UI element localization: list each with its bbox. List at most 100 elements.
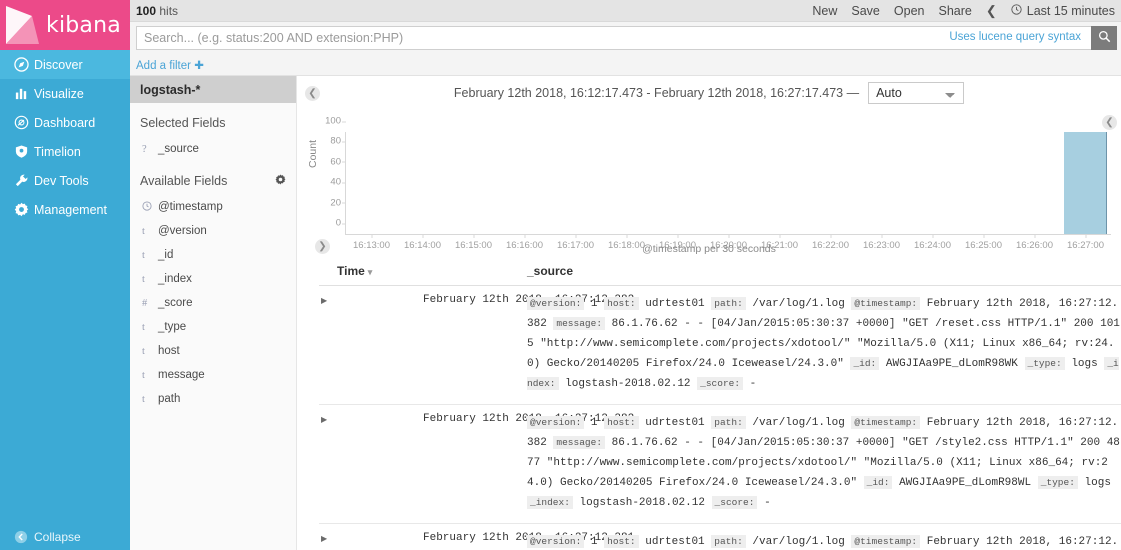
source-field-key: @timestamp: [851,416,921,430]
time-range-picker[interactable]: Last 15 minutes [1011,4,1115,18]
field-item-message[interactable]: t message [130,363,296,387]
share-button[interactable]: Share [938,4,971,18]
field-name: path [158,393,181,405]
histogram-plot-area[interactable]: 0 20 40 60 80 100 16:13:00 16:14:00 16:15:00 16:1… [325,116,1111,251]
sidebar-item-discover[interactable]: Discover [0,50,130,79]
histogram-bar[interactable] [1064,132,1107,234]
row-time-cell: February 12th 2018, 16:27:12.382 [423,285,634,406]
field-item-score[interactable]: # _score [130,291,296,315]
source-field-value: udrtest01 [638,417,712,430]
search-button[interactable] [1091,26,1117,50]
source-field-key: @timestamp: [851,297,921,310]
source-field-value: udrtest01 [638,536,712,549]
field-type-string-icon: t [142,345,145,357]
source-field-value: logs [1077,477,1111,490]
sort-caret-icon: ▾ [367,267,373,277]
column-header-time-label: Time [337,264,365,278]
clock-icon [1011,3,1022,18]
column-header-source[interactable]: _source [527,256,1121,286]
top-bar: 100 hits New Save Open Share ❮ Last 15 m… [130,0,1121,22]
save-button[interactable]: Save [851,4,880,18]
field-type-string-icon: t [142,369,145,381]
expand-arrow-icon[interactable]: ▶ [321,534,423,543]
row-source-cell: @version: 1 host: udrtest01 path: /var/l… [527,404,1121,525]
y-axis-tick: 20 [330,197,346,209]
interval-select[interactable]: AutoMillisecondSecondMinuteHourlyDailyWe… [868,82,965,104]
sidebar-item-management[interactable]: Management [0,195,130,224]
plus-icon: ✚ [194,59,204,72]
expand-arrow-icon[interactable]: ▶ [321,415,423,424]
source-field-value: /var/log/1.log [745,536,852,549]
field-item-version[interactable]: t @version [130,219,296,243]
row-source-cell: @version: 1 host: udrtest01 path: /var/l… [527,523,1121,550]
row-expand-cell[interactable]: ▶ [319,523,423,550]
source-field-value: udrtest01 [638,298,712,310]
hits-number: 100 [136,3,157,18]
sidebar-item-dev-tools[interactable]: Dev Tools [0,166,130,195]
add-filter-button[interactable]: Add a filter ✚ [136,58,204,72]
y-axis-tick: 0 [335,217,347,229]
field-type-number-icon: # [142,297,148,309]
field-type-string-icon: t [142,225,145,237]
kibana-logo-icon [0,0,46,50]
sidebar-collapse-button[interactable]: Collapse [0,524,130,550]
x-axis-label: @timestamp per 30 seconds [642,243,776,255]
shield-icon [8,144,34,159]
sidebar-item-visualize[interactable]: Visualize [0,79,130,108]
field-item-path[interactable]: t path [130,387,296,411]
selected-fields-title: Selected Fields [140,116,226,130]
lucene-syntax-link[interactable]: Uses lucene query syntax [949,31,1081,43]
table-row[interactable]: ▶February 12th 2018, 16:27:12.381@versio… [319,523,1121,550]
sidebar-collapse-label: Collapse [34,530,81,544]
source-field-value: /var/log/1.log [745,298,852,310]
chart-collapse-up-button[interactable]: ❯ [315,239,330,254]
kibana-logo[interactable]: kibana [0,0,130,50]
field-item-source[interactable]: ? _source [130,137,296,161]
field-item-id[interactable]: t _id [130,243,296,267]
source-field-key: @version: [527,535,585,549]
new-button[interactable]: New [812,4,837,18]
field-type-string-icon: t [142,273,145,285]
search-wrapper: Uses lucene query syntax [136,26,1091,50]
field-name: _score [158,297,193,309]
field-item-timestamp[interactable]: @timestamp [130,195,296,219]
source-field-value: /var/log/1.log [745,417,852,430]
table-row[interactable]: ▶February 12th 2018, 16:27:12.382@versio… [319,285,1121,406]
field-name: @version [158,225,207,237]
open-button[interactable]: Open [894,4,925,18]
global-sidebar: kibana Discover Visualize Dashboard Time… [0,0,130,550]
source-field-key: message: [553,436,606,450]
source-field-key: @version: [527,297,585,310]
source-field-value: - [757,497,771,510]
gear-icon[interactable] [275,174,286,188]
field-item-index[interactable]: t _index [130,267,296,291]
row-expand-cell[interactable]: ▶ [319,285,423,406]
field-item-type[interactable]: t _type [130,315,296,339]
y-axis-tick: 100 [325,115,346,127]
available-fields-header: Available Fields [130,161,296,195]
chart-collapse-right-button[interactable]: ❮ [1102,115,1117,130]
search-input[interactable] [136,26,1091,50]
sidebar-item-dashboard[interactable]: Dashboard [0,108,130,137]
field-name: _id [158,249,174,261]
field-name: _index [158,273,192,285]
column-header-time[interactable]: Time ▾ [319,256,527,286]
field-name: @timestamp [158,201,223,213]
sidebar-item-timelion[interactable]: Timelion [0,137,130,166]
field-type-string-icon: t [142,321,145,333]
y-axis-tick: 40 [330,176,346,188]
expand-arrow-icon[interactable]: ▶ [321,296,423,305]
field-item-host[interactable]: t host [130,339,296,363]
gear-icon [8,202,34,217]
sidebar-item-label: Management [34,202,107,217]
y-axis-label: Count [307,139,319,168]
bar-chart-icon [8,86,34,101]
table-row[interactable]: ▶February 12th 2018, 16:27:12.382@versio… [319,404,1121,525]
source-field-value: AWGJIAa9PE_dLomR98WK [879,358,1025,371]
row-expand-cell[interactable]: ▶ [319,404,423,525]
chevron-left-icon[interactable]: ❮ [986,3,997,19]
histogram-chart: Count 0 20 40 60 80 100 16:13:00 16:14:00 16:15:… [297,106,1121,256]
source-field-key: _type: [1037,476,1078,490]
index-pattern-selector[interactable]: logstash-* [130,76,296,103]
source-field-value: logstash-2018.02.12 [558,378,698,391]
